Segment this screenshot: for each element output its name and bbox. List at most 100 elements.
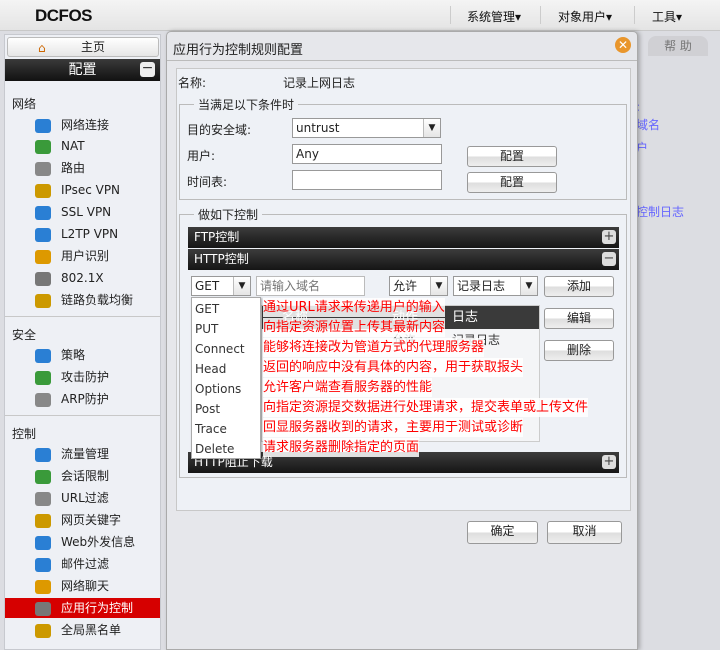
divider bbox=[540, 6, 541, 24]
schedule-label: 时间表: bbox=[187, 175, 228, 189]
menu-item-icon bbox=[35, 447, 51, 462]
log-select[interactable]: 记录日志 ▼ bbox=[453, 276, 538, 296]
ok-button[interactable]: 确定 bbox=[467, 521, 538, 544]
menu-item-icon bbox=[35, 161, 51, 176]
schedule-input[interactable] bbox=[292, 170, 442, 190]
menu-item-icon bbox=[35, 183, 51, 198]
method-option[interactable]: Delete bbox=[195, 439, 234, 459]
sidebar-item[interactable]: 网页关键字 bbox=[35, 510, 155, 530]
user-input[interactable]: Any bbox=[292, 144, 442, 164]
expand-icon[interactable]: + bbox=[602, 455, 616, 469]
menu-tools[interactable]: 工具▾ bbox=[652, 8, 682, 25]
sidebar-item[interactable]: 会话限制 bbox=[35, 466, 155, 486]
menu-objects[interactable]: 对象用户▾ bbox=[558, 8, 612, 25]
sidebar-item[interactable]: IPsec VPN bbox=[35, 180, 155, 200]
group-title: 安全 bbox=[12, 328, 37, 342]
sidebar-item[interactable]: 应用行为控制 bbox=[5, 598, 160, 618]
menu-item-icon bbox=[35, 205, 51, 220]
sidebar-item[interactable]: L2TP VPN bbox=[35, 224, 155, 244]
schedule-config-button[interactable]: 配置 bbox=[467, 172, 557, 193]
menu-item-icon bbox=[35, 623, 51, 638]
sidebar-item[interactable]: 网络连接 bbox=[35, 115, 155, 135]
menu-item-icon bbox=[35, 535, 51, 550]
method-select[interactable]: GET ▼ bbox=[191, 276, 251, 296]
user-label: 用户: bbox=[187, 149, 216, 163]
zone-select[interactable]: untrust ▼ bbox=[292, 118, 441, 138]
zone-label: 目的安全域: bbox=[187, 123, 252, 137]
menu-item-icon bbox=[35, 249, 51, 264]
chevron-down-icon: ▼ bbox=[423, 119, 440, 137]
menu-item-icon bbox=[35, 271, 51, 286]
sidebar-item[interactable]: Web外发信息 bbox=[35, 532, 155, 552]
ftp-control-bar[interactable]: FTP控制 + bbox=[188, 227, 619, 248]
sidebar-item[interactable]: NAT bbox=[35, 136, 155, 156]
collapse-icon[interactable]: − bbox=[140, 61, 155, 77]
top-bar: DCFOS 系统管理▾ 对象用户▾ 工具▾ bbox=[0, 0, 720, 31]
menu-system[interactable]: 系统管理▾ bbox=[467, 8, 521, 25]
add-button[interactable]: 添加 bbox=[544, 276, 614, 297]
divider bbox=[5, 316, 160, 317]
annotation-text: 允许客户端查看服务器的性能 bbox=[263, 378, 433, 397]
method-dropdown: GET PUT Connect Head Options Post Trace Delete bbox=[191, 297, 261, 459]
menu-item-icon bbox=[35, 491, 51, 506]
name-value: 记录上网日志 bbox=[283, 76, 356, 90]
method-option[interactable]: Connect bbox=[195, 339, 245, 359]
sidebar-item[interactable]: 流量管理 bbox=[35, 444, 155, 464]
menu-item-icon bbox=[35, 293, 51, 308]
help-tab[interactable]: 帮 助 bbox=[648, 36, 708, 56]
annotation-text: 通过URL请求来传递用户的输入 bbox=[263, 298, 445, 317]
sidebar-item[interactable]: 策略 bbox=[35, 345, 155, 365]
annotation-text: 回显服务器收到的请求，主要用于测试或诊断 bbox=[263, 418, 524, 437]
menu-item-icon bbox=[35, 601, 51, 616]
annotation-text: 返回的响应中没有具体的内容，用于获取报头 bbox=[263, 358, 524, 377]
delete-button[interactable]: 删除 bbox=[544, 340, 614, 361]
method-option[interactable]: GET bbox=[195, 299, 219, 319]
user-config-button[interactable]: 配置 bbox=[467, 146, 557, 167]
annotation-text: 向指定资源提交数据进行处理请求，提交表单或上传文件 bbox=[263, 398, 589, 417]
method-option[interactable]: Head bbox=[195, 359, 226, 379]
http-control-bar[interactable]: HTTP控制 − bbox=[188, 249, 619, 270]
close-icon[interactable]: ✕ bbox=[615, 37, 631, 53]
menu-item-icon bbox=[35, 513, 51, 528]
menu-item-icon bbox=[35, 469, 51, 484]
annotation-text: 向指定资源位置上传其最新内容 bbox=[263, 318, 446, 337]
divider bbox=[450, 6, 451, 24]
menu-item-icon bbox=[35, 579, 51, 594]
divider bbox=[167, 60, 637, 61]
edit-button[interactable]: 编辑 bbox=[544, 308, 614, 329]
menu-item-icon bbox=[35, 118, 51, 133]
sidebar-item[interactable]: 802.1X bbox=[35, 268, 155, 288]
sidebar-item[interactable]: SSL VPN bbox=[35, 202, 155, 222]
name-label: 名称: bbox=[178, 76, 207, 90]
help-link[interactable]: 域名 bbox=[636, 116, 660, 133]
chevron-down-icon: ▼ bbox=[430, 277, 447, 295]
sidebar-item[interactable]: 网络聊天 bbox=[35, 576, 155, 596]
chevron-down-icon: ▼ bbox=[520, 277, 537, 295]
sidebar-item[interactable]: URL过滤 bbox=[35, 488, 155, 508]
sidebar-item[interactable]: 用户识别 bbox=[35, 246, 155, 266]
help-link[interactable]: 控制日志 bbox=[636, 203, 684, 220]
sidebar-item[interactable]: ARP防护 bbox=[35, 389, 155, 409]
menu-item-icon bbox=[35, 370, 51, 385]
sidebar-item[interactable]: 邮件过滤 bbox=[35, 554, 155, 574]
expand-icon[interactable]: + bbox=[602, 230, 616, 244]
home-button[interactable]: ⌂ 主页 bbox=[7, 37, 159, 57]
menu-item-icon bbox=[35, 348, 51, 363]
method-option[interactable]: Options bbox=[195, 379, 241, 399]
dialog-title: 应用行为控制规则配置 bbox=[173, 43, 304, 58]
divider bbox=[634, 6, 635, 24]
method-option[interactable]: Post bbox=[195, 399, 220, 419]
collapse-icon[interactable]: − bbox=[602, 252, 616, 266]
actions-legend: 做如下控制 bbox=[198, 208, 259, 222]
method-option[interactable]: PUT bbox=[195, 319, 218, 339]
cancel-button[interactable]: 取消 bbox=[547, 521, 622, 544]
sidebar-item[interactable]: 全局黑名单 bbox=[35, 620, 155, 640]
action-select[interactable]: 允许 ▼ bbox=[389, 276, 448, 296]
annotation-text: 请求服务器删除指定的页面 bbox=[263, 438, 420, 457]
sidebar-item[interactable]: 链路负载均衡 bbox=[35, 290, 155, 310]
sidebar-item[interactable]: 攻击防护 bbox=[35, 367, 155, 387]
domain-input[interactable] bbox=[256, 276, 365, 296]
config-section-header[interactable]: 配置 − bbox=[5, 59, 160, 81]
sidebar-item[interactable]: 路由 bbox=[35, 158, 155, 178]
method-option[interactable]: Trace bbox=[195, 419, 227, 439]
